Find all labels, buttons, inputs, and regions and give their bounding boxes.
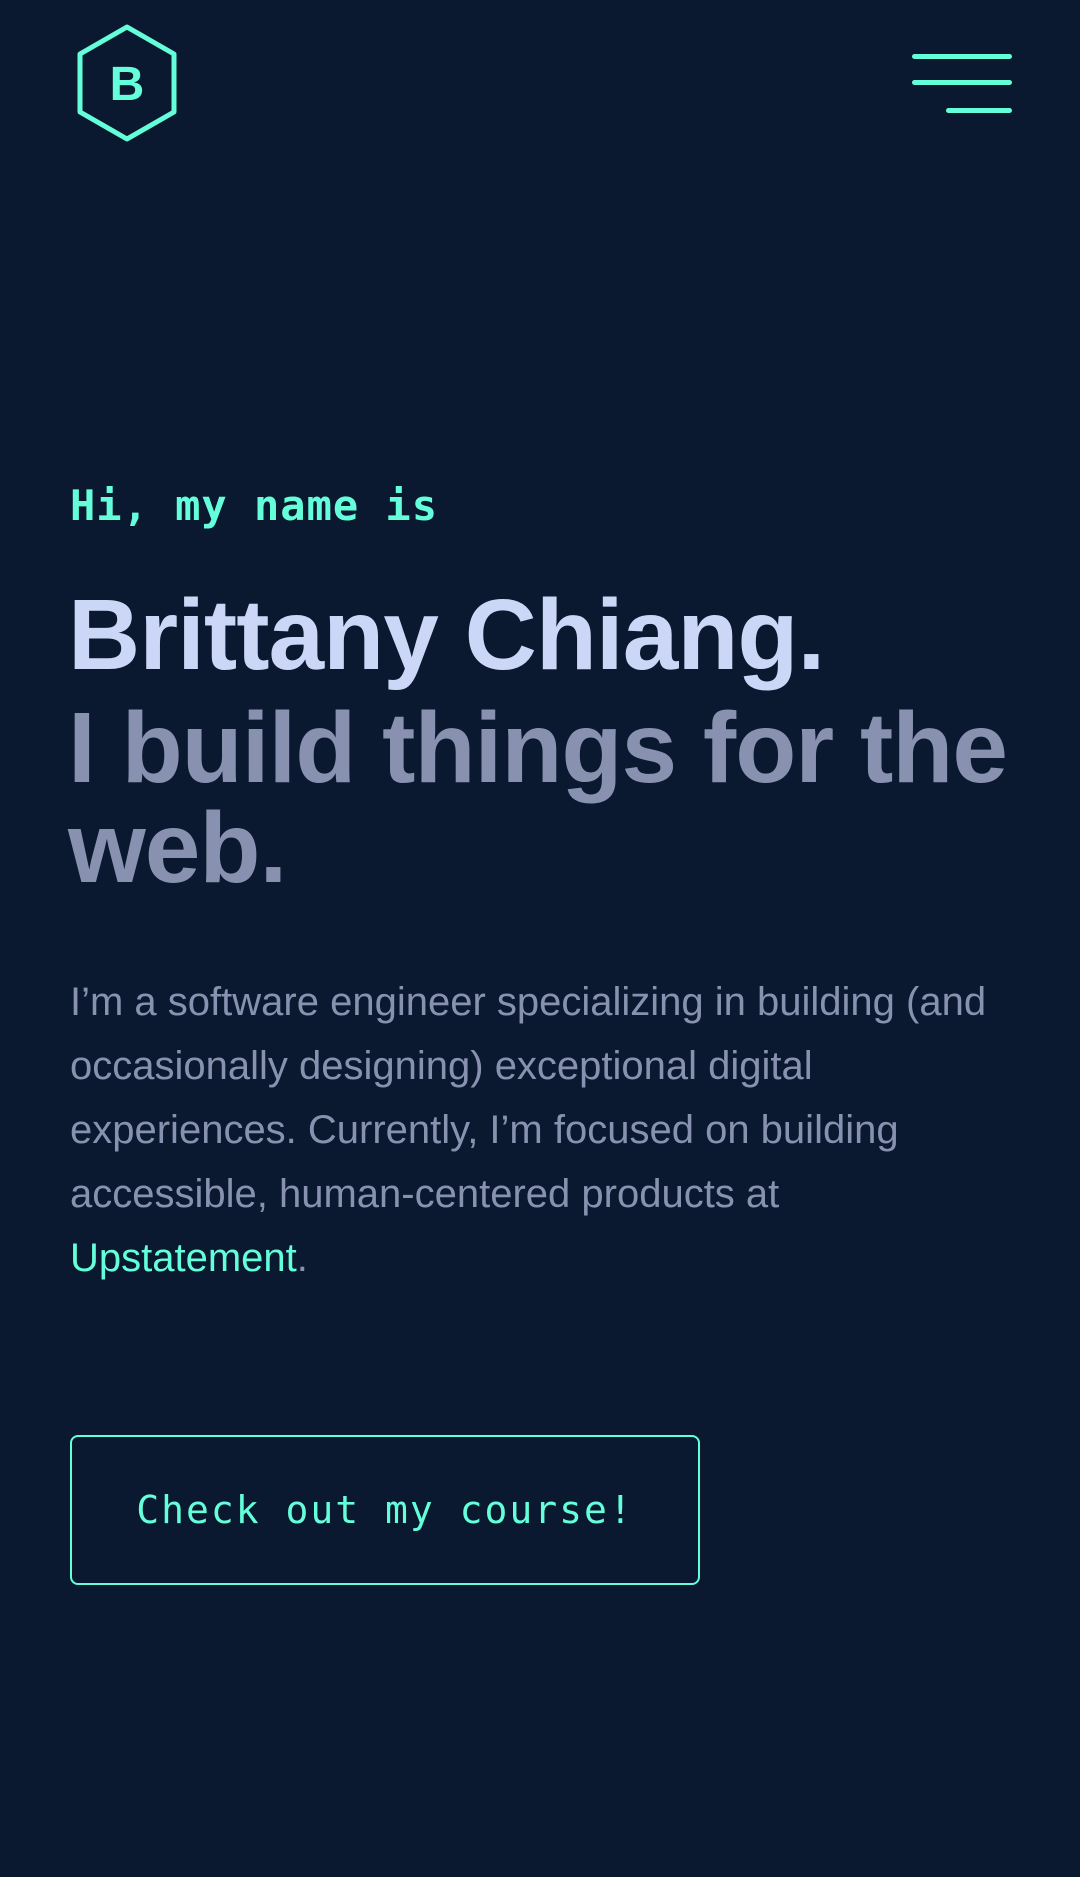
greeting-text: Hi, my name is — [70, 481, 439, 530]
hero-section: Hi, my name is Brittany Chiang. I build … — [68, 478, 1020, 1280]
hexagon-logo-icon: B — [77, 24, 177, 142]
hamburger-menu-button[interactable] — [900, 44, 1020, 124]
course-button[interactable]: Check out my course! — [70, 1435, 700, 1585]
intro-text: I’m a software engineer specializing in … — [70, 980, 987, 1216]
hero-tagline: I build things for the web. — [68, 692, 1008, 904]
intro-period: . — [296, 1236, 308, 1280]
hero-name: Brittany Chiang. — [68, 579, 825, 691]
logo-link[interactable]: B — [72, 22, 182, 144]
site-header: B — [0, 0, 1080, 165]
logo-letter: B — [110, 58, 145, 111]
upstatement-link[interactable]: Upstatement — [70, 1236, 297, 1280]
hamburger-menu-icon — [912, 54, 1012, 59]
menu-line-middle — [912, 80, 1012, 85]
intro-paragraph: I’m a software engineer specializing in … — [70, 970, 1000, 1290]
menu-line-bottom — [946, 108, 1012, 113]
